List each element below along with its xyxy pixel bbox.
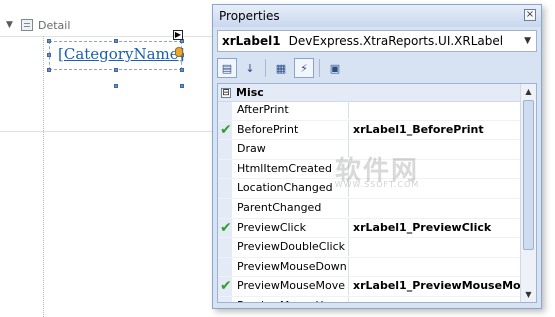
resize-handle-w[interactable] xyxy=(47,53,51,57)
properties-title-bar[interactable]: Properties × xyxy=(213,5,541,27)
check-icon: ✔ xyxy=(220,121,232,138)
event-row[interactable]: PreviewDoubleClick xyxy=(218,238,522,258)
check-icon: ✔ xyxy=(220,278,232,295)
properties-window: Properties × xrLabel1 DevExpress.XtraRep… xyxy=(212,4,542,309)
database-binding-icon xyxy=(175,47,183,57)
event-row[interactable]: HtmlItemCreated xyxy=(218,159,522,180)
event-row[interactable]: LocationChanged xyxy=(218,179,522,199)
check-icon: ✔ xyxy=(220,219,232,236)
event-name: PreviewMouseMove xyxy=(236,277,349,296)
toolbar-separator xyxy=(265,59,266,77)
resize-handle-nw[interactable] xyxy=(47,39,51,43)
event-name: PreviewDoubleClick xyxy=(236,238,349,257)
margin-guide xyxy=(43,36,44,317)
event-name: LocationChanged xyxy=(236,179,349,198)
properties-title: Properties xyxy=(219,9,280,23)
event-row[interactable]: Draw xyxy=(218,140,522,160)
vertical-scrollbar[interactable]: ▲ ▼ xyxy=(520,84,536,302)
properties-icon[interactable]: ▦ xyxy=(271,58,291,78)
event-rows: AfterPrint ✔ BeforePrint xrLabel1_BeforePri… xyxy=(218,101,535,302)
scroll-thumb[interactable] xyxy=(523,100,534,250)
band-handle[interactable] xyxy=(114,84,118,88)
band-label: Detail xyxy=(38,18,71,32)
event-row[interactable]: AfterPrint xyxy=(218,101,522,121)
band-handle-right[interactable] xyxy=(180,84,184,88)
event-name: PreviewMouseUp xyxy=(236,296,349,302)
collapse-category-icon[interactable]: ⊟ xyxy=(221,87,231,98)
chevron-down-icon[interactable]: ▼ xyxy=(524,36,531,46)
resize-handle-se[interactable] xyxy=(180,68,184,72)
event-name: Draw xyxy=(236,140,349,159)
event-row[interactable]: ✔ PreviewClick xrLabel1_PreviewClick xyxy=(218,218,522,239)
event-row[interactable]: PreviewMouseUp xyxy=(218,296,522,302)
category-label: Misc xyxy=(236,86,264,99)
event-name: BeforePrint xyxy=(236,120,349,139)
event-row[interactable]: PreviewMouseDown xyxy=(218,257,522,278)
close-icon[interactable]: × xyxy=(524,9,536,21)
band-icon xyxy=(21,19,33,31)
scroll-down-icon[interactable]: ▼ xyxy=(523,289,534,300)
xrlabel-text[interactable]: [CategoryName] xyxy=(58,45,184,63)
event-row[interactable]: ✔ BeforePrint xrLabel1_BeforePrint xyxy=(218,120,522,141)
resize-handle-sw[interactable] xyxy=(47,68,51,72)
selected-object-type: DevExpress.XtraReports.UI.XRLabel xyxy=(288,34,504,48)
events-icon[interactable]: ⚡ xyxy=(294,58,314,78)
event-handler-value[interactable]: xrLabel1_PreviewClick xyxy=(353,219,491,237)
event-name: AfterPrint xyxy=(236,101,349,119)
resize-handle-s[interactable] xyxy=(114,68,118,72)
alphabetical-icon[interactable]: ↓ xyxy=(240,58,260,78)
scroll-up-icon[interactable]: ▲ xyxy=(523,86,534,97)
property-grid: ⊟ Misc AfterPrint ✔ BeforePrint xrLabel1_Be… xyxy=(217,83,537,303)
smart-tag-icon[interactable]: ▶ xyxy=(173,30,183,40)
event-name: PreviewMouseDown xyxy=(236,257,349,276)
event-handler-value[interactable]: xrLabel1_BeforePrint xyxy=(353,121,484,139)
event-row[interactable]: ParentChanged xyxy=(218,198,522,219)
properties-toolbar: ▤ ↓ ▦ ⚡ ▣ xyxy=(217,56,537,80)
event-handler-value[interactable]: xrLabel1_PreviewMouseMove xyxy=(353,277,535,295)
resize-handle-n[interactable] xyxy=(114,39,118,43)
event-name: PreviewClick xyxy=(236,218,349,237)
property-pages-icon[interactable]: ▣ xyxy=(325,58,345,78)
category-row[interactable]: ⊟ Misc xyxy=(218,84,522,102)
event-name: ParentChanged xyxy=(236,198,349,217)
categorized-icon[interactable]: ▤ xyxy=(217,58,237,78)
event-name: HtmlItemCreated xyxy=(236,159,349,178)
toolbar-separator xyxy=(319,59,320,77)
collapse-icon[interactable]: ▼ xyxy=(4,20,15,31)
selected-object-name: xrLabel1 xyxy=(222,34,281,48)
event-row[interactable]: ✔ PreviewMouseMove xrLabel1_PreviewMouseMo… xyxy=(218,277,535,297)
object-selector[interactable]: xrLabel1 DevExpress.XtraReports.UI.XRLab… xyxy=(217,30,537,52)
